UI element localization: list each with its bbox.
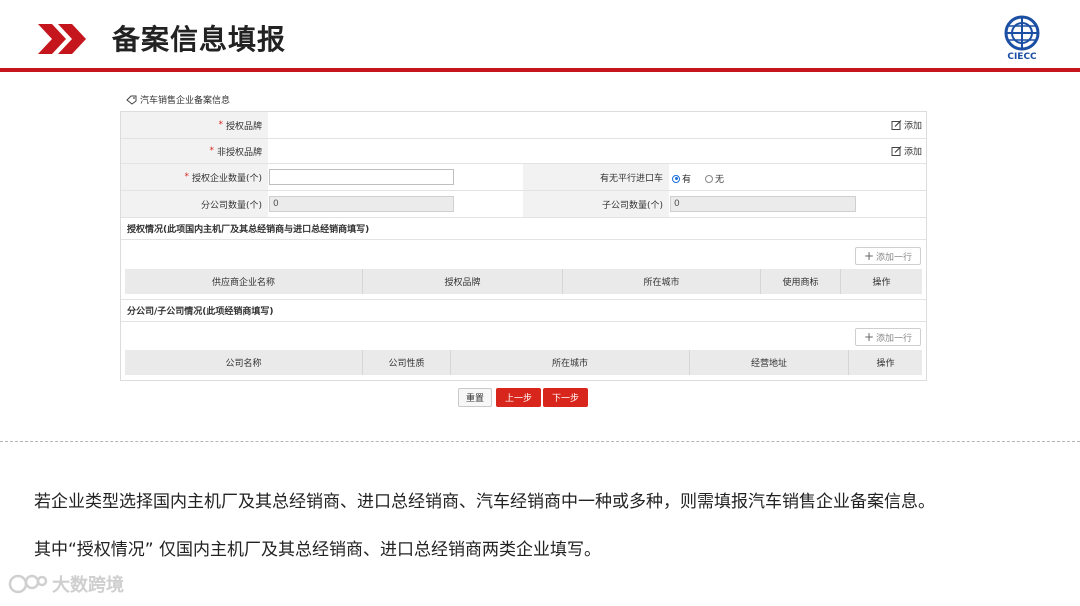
unauthorized-brand-label-text: 非授权品牌 [216,147,262,158]
required-mark: * [218,120,223,130]
auth-add-row-button[interactable]: + 添加一行 [855,247,921,265]
edit-icon [891,120,902,130]
plus-icon: + [863,330,875,344]
section-label-text: 汽车销售企业备案信息 [140,96,231,106]
column-header: 授权品牌 [363,269,563,294]
parallel-yes-radio[interactable]: 有 [672,172,691,185]
authorized-count-label: * 授权企业数量(个) [121,164,268,190]
authorized-count-label-text: 授权企业数量(个) [191,173,262,184]
watermark-logo-icon [8,574,48,594]
branch-table-header: 公司名称 公司性质 所在城市 经营地址 操作 [125,350,922,375]
note-line-1: 若企业类型选择国内主机厂及其总经销商、进口总经销商、汽车经销商中一种或多种，则需… [34,492,935,512]
watermark: 大数跨境 [8,571,124,597]
slide-header: 备案信息填报 CIECC [0,0,1080,74]
watermark-text: 大数跨境 [52,575,124,596]
tag-icon [126,95,137,105]
parallel-no-label: 无 [715,175,725,185]
logo-text: CIECC [1007,52,1037,62]
filing-form: * 授权品牌 添加 * 非授权品牌 添加 * 授权企业数量(个) 有无平行进口车… [120,111,927,381]
required-mark: * [184,172,189,182]
add-label: 添加 [903,147,922,158]
column-header: 经营地址 [690,350,849,375]
header-divider [0,68,1080,72]
parallel-no-radio[interactable]: 无 [705,172,724,185]
next-step-button[interactable]: 下一步 [543,388,588,407]
section-label: 汽车销售企业备案信息 [126,93,230,106]
branch-add-row-button[interactable]: + 添加一行 [855,328,921,346]
authorized-brand-label: * 授权品牌 [121,112,268,138]
auth-table-header: 供应商企业名称 授权品牌 所在城市 使用商标 操作 [125,269,922,294]
branch-add-row-label: 添加一行 [876,333,913,344]
column-header: 供应商企业名称 [125,269,363,294]
column-header: 公司名称 [125,350,363,375]
add-unauthorized-brand-button[interactable]: 添加 [891,145,922,158]
parallel-yes-label: 有 [682,175,692,185]
note-line-2: 其中“授权情况” 仅国内主机厂及其总经销商、进口总经销商两类企业填写。 [34,540,602,560]
previous-step-button[interactable]: 上一步 [496,388,541,407]
column-header: 使用商标 [761,269,841,294]
radio-unselected-icon [705,174,713,183]
branch-count-input: 0 [269,196,454,212]
unauthorized-brand-row: * 非授权品牌 添加 [121,139,926,164]
column-header: 公司性质 [363,350,451,375]
column-header: 操作 [872,278,891,288]
dotted-divider [0,441,1080,442]
auth-add-row-label: 添加一行 [876,252,913,263]
auth-section-title: 授权情况(此项国内主机厂及其总经销商与进口总经销商填写) [121,218,926,240]
chevron-right-icon [58,24,86,54]
add-authorized-brand-button[interactable]: 添加 [891,119,922,132]
authorized-count-input[interactable] [269,169,454,185]
branch-section-title: 分公司/子公司情况(此项经销商填写) [121,299,926,322]
sub-count-label: 子公司数量(个) [523,191,669,217]
authorized-brand-label-text: 授权品牌 [225,121,262,132]
globe-icon [1004,15,1040,51]
ciecc-logo: CIECC [1000,14,1044,64]
sub-count-input: 0 [670,196,856,212]
column-header: 所在城市 [451,350,690,375]
page-title: 备案信息填报 [112,23,287,56]
plus-icon: + [863,249,875,263]
column-header: 操作 [876,359,895,369]
edit-icon [891,146,902,156]
branch-count-label: 分公司数量(个) [121,191,268,217]
parallel-import-label: 有无平行进口车 [523,164,669,190]
reset-button[interactable]: 重置 [458,388,492,407]
required-mark: * [209,146,214,156]
authorized-brand-row: * 授权品牌 添加 [121,112,926,139]
add-label: 添加 [903,121,922,132]
authorized-count-row: * 授权企业数量(个) 有无平行进口车 有 无 [121,164,926,191]
unauthorized-brand-label: * 非授权品牌 [121,139,268,163]
radio-selected-icon [672,174,680,183]
column-header: 所在城市 [563,269,761,294]
branch-count-row: 分公司数量(个) 0 子公司数量(个) 0 [121,191,926,218]
